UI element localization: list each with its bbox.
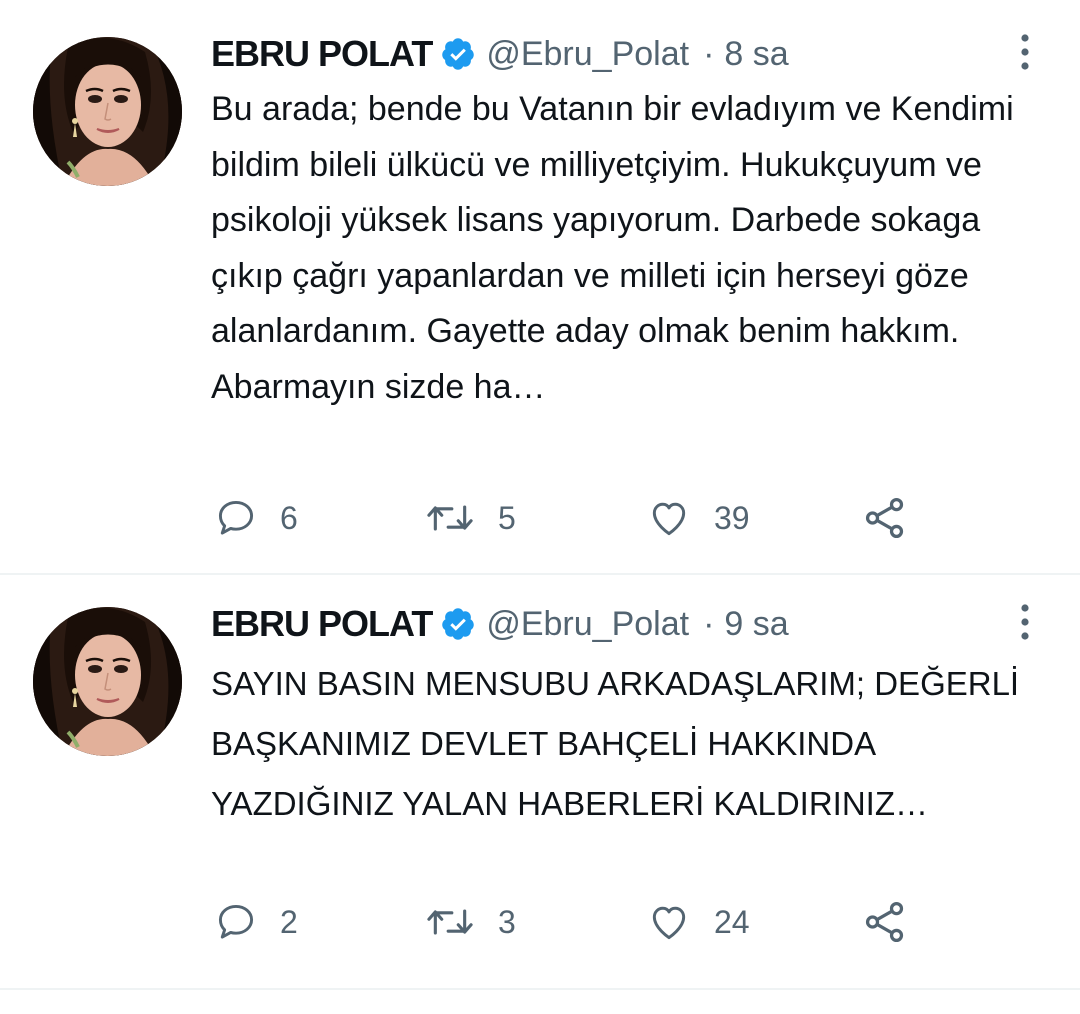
like-button[interactable]: 39	[646, 493, 750, 543]
retweet-count: 5	[498, 499, 516, 536]
verified-badge-icon	[440, 36, 476, 72]
divider	[0, 988, 1080, 990]
separator: ·	[703, 34, 715, 73]
tweet-header: EBRU POLAT @Ebru_Polat · 9 sa	[211, 596, 789, 652]
heart-icon	[652, 906, 686, 940]
retweet-button[interactable]: 5	[424, 493, 516, 543]
timestamp[interactable]: 8 sa	[724, 35, 788, 74]
timeline: EBRU POLAT @Ebru_Polat · 8 sa Bu arada; …	[0, 0, 1080, 1014]
tweet[interactable]: EBRU POLAT @Ebru_Polat · 8 sa Bu arada; …	[0, 0, 1080, 574]
display-name[interactable]: EBRU POLAT	[211, 33, 433, 75]
timestamp[interactable]: 9 sa	[724, 605, 788, 644]
reply-count: 2	[280, 903, 298, 940]
separator: ·	[703, 604, 715, 643]
retweet-button[interactable]: 3	[424, 897, 516, 947]
reply-icon	[218, 500, 254, 535]
retweet-icon	[427, 505, 473, 531]
verified-badge-icon	[440, 606, 476, 642]
share-button[interactable]	[862, 493, 908, 543]
handle[interactable]: @Ebru_Polat	[486, 605, 689, 644]
retweet-icon	[427, 909, 473, 935]
tweet-text: SAYIN BASIN MENSUBU ARKADAŞLARIM; DEĞERL…	[211, 665, 1020, 822]
reply-button[interactable]: 6	[214, 493, 298, 543]
reply-icon	[218, 904, 254, 939]
tweet-header: EBRU POLAT @Ebru_Polat · 8 sa	[211, 26, 789, 82]
reply-button[interactable]: 2	[214, 897, 298, 947]
display-name[interactable]: EBRU POLAT	[211, 603, 433, 645]
avatar-image	[33, 607, 182, 756]
share-button[interactable]	[862, 897, 908, 947]
like-count: 39	[714, 499, 750, 536]
more-vertical-icon[interactable]	[1012, 602, 1038, 642]
tweet-actions: 2 3 24	[214, 897, 914, 947]
like-button[interactable]: 24	[646, 897, 750, 947]
retweet-count: 3	[498, 903, 516, 940]
like-count: 24	[714, 903, 750, 940]
tweet-text: Bu arada; bende bu Vatanın bir evladıyım…	[211, 90, 1014, 406]
tweet[interactable]: EBRU POLAT @Ebru_Polat · 9 sa SAYIN BASI…	[0, 575, 1080, 990]
share-icon	[865, 901, 904, 943]
avatar[interactable]	[33, 37, 182, 186]
tweet-actions: 6 5 39	[214, 493, 914, 543]
more-vertical-icon[interactable]	[1012, 32, 1038, 72]
share-icon	[865, 497, 904, 539]
handle[interactable]: @Ebru_Polat	[486, 35, 689, 74]
avatar[interactable]	[33, 607, 182, 756]
reply-count: 6	[280, 499, 298, 536]
avatar-image	[33, 37, 182, 186]
heart-icon	[652, 502, 686, 536]
